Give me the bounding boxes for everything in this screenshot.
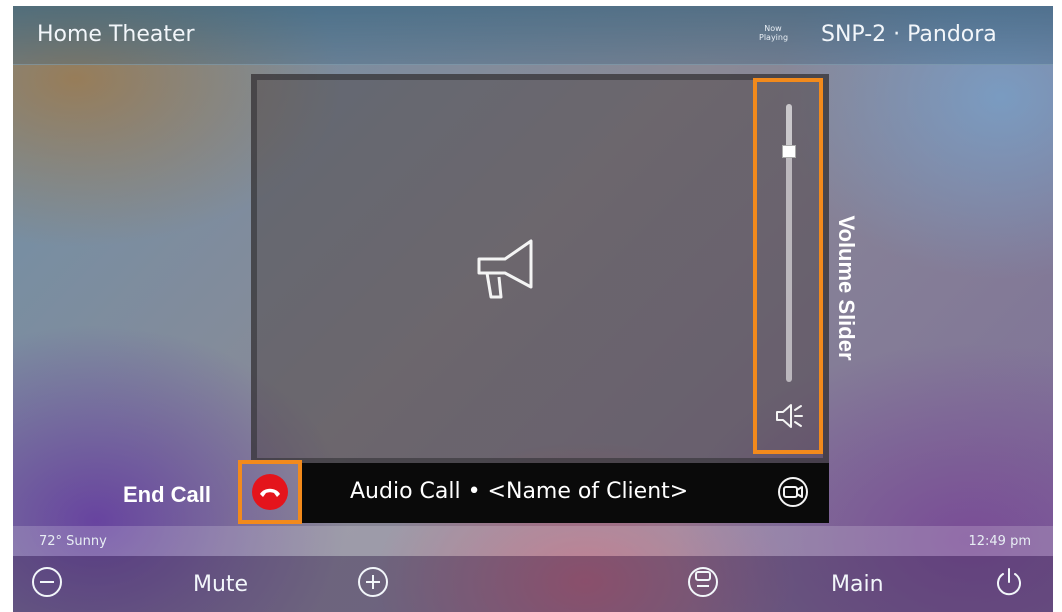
main-button[interactable]: Main [831, 572, 884, 597]
weather-readout: 72° Sunny [39, 534, 107, 549]
now-playing-line2: Playing [759, 33, 789, 42]
now-playing-badge: Now Playing [759, 24, 789, 42]
end-call-callout: End Call [123, 482, 212, 507]
remote-icon[interactable] [687, 566, 719, 598]
hang-up-icon [260, 488, 280, 497]
mute-button[interactable]: Mute [193, 572, 248, 597]
volume-slider-callout-text: Volume Slider [834, 215, 859, 361]
call-info: Audio Call • <Name of Client> [350, 479, 689, 504]
plus-icon[interactable] [357, 566, 389, 598]
megaphone-icon [477, 239, 533, 299]
clock: 12:49 pm [968, 534, 1031, 549]
call-bar: Audio Call • <Name of Client> [302, 463, 829, 523]
end-call-highlight [238, 460, 302, 524]
source-label[interactable]: SNP-2 · Pandora [821, 22, 997, 47]
volume-slider-highlight [753, 78, 823, 454]
now-playing-line1: Now [764, 24, 782, 33]
video-toggle-icon[interactable] [776, 475, 810, 509]
room-title[interactable]: Home Theater [37, 22, 195, 47]
top-bar: Home Theater Now Playing SNP-2 · Pandora [13, 6, 1053, 65]
touch-panel-screen: Home Theater Now Playing SNP-2 · Pandora… [13, 6, 1053, 612]
minus-icon[interactable] [31, 566, 63, 598]
volume-slider-callout: Volume Slider [826, 215, 866, 360]
status-strip: 72° Sunny 12:49 pm [13, 526, 1053, 556]
bottom-bar: Mute Main [13, 556, 1053, 612]
end-call-button[interactable] [252, 474, 288, 510]
power-icon[interactable] [993, 566, 1025, 598]
